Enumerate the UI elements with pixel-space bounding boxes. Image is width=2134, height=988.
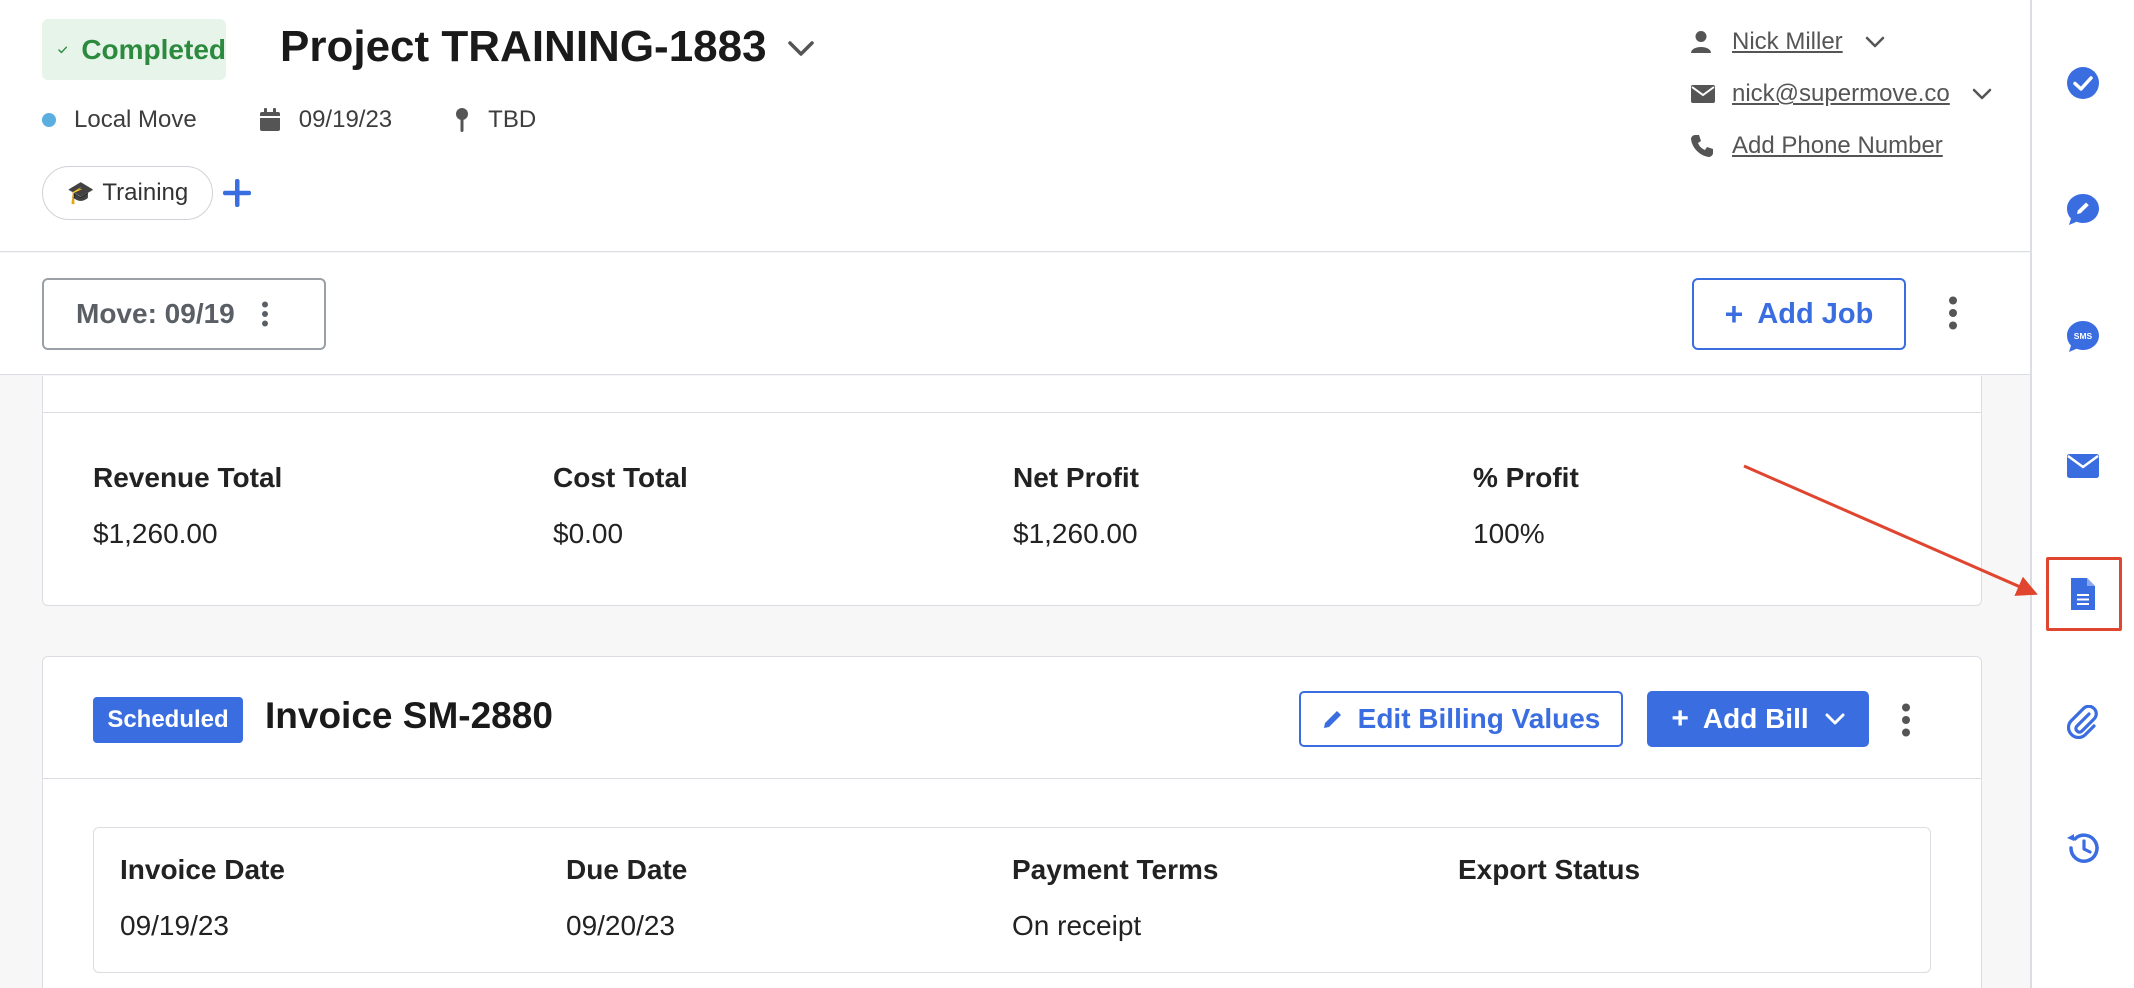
edit-chat-icon[interactable]: [2063, 190, 2103, 230]
status-label: Completed: [81, 33, 226, 65]
checkmark-icon: [58, 46, 68, 53]
mail-icon: [1690, 84, 1732, 104]
export-status-label: Export Status: [1458, 854, 1641, 885]
graduation-cap-icon: 🎓: [67, 180, 95, 205]
due-date-field: Due Date 09/20/23: [566, 854, 687, 942]
project-header: Completed Project TRAINING-1883 Local Mo…: [0, 0, 2030, 252]
chevron-down-icon[interactable]: [1825, 712, 1845, 726]
revenue-value: $1,260.00: [93, 518, 218, 549]
status-pill: Completed: [42, 19, 226, 80]
percent-profit-value: 100%: [1473, 518, 1545, 549]
add-phone-link[interactable]: Add Phone Number: [1732, 132, 1943, 160]
chevron-down-icon[interactable]: [1865, 35, 1885, 49]
plus-icon: +: [1724, 295, 1744, 332]
right-sidebar: SMS: [2030, 0, 2134, 988]
project-type: Local Move: [42, 106, 197, 134]
check-circle-icon[interactable]: [2063, 63, 2103, 103]
plus-icon: [223, 179, 252, 207]
map-pin-icon: [456, 108, 469, 132]
project-type-label: Local Move: [74, 106, 197, 133]
more-options-icon[interactable]: [1901, 703, 1911, 737]
chevron-down-icon[interactable]: [787, 40, 815, 58]
export-status-field: Export Status: [1458, 854, 1640, 910]
edit-billing-label: Edit Billing Values: [1357, 703, 1601, 734]
tag-label: Training: [102, 179, 189, 206]
mail-icon[interactable]: [2063, 446, 2103, 486]
contact-email-link[interactable]: nick@supermove.co: [1732, 80, 1950, 108]
chevron-down-icon[interactable]: [1972, 87, 1992, 101]
phone-icon: [1690, 134, 1732, 158]
history-icon[interactable]: [2063, 828, 2103, 868]
contact-phone-row: Add Phone Number: [1690, 120, 1992, 172]
cost-value: $0.00: [553, 518, 624, 549]
project-date-label: 09/19/23: [298, 106, 393, 133]
project-title[interactable]: Project TRAINING-1883: [280, 22, 815, 72]
net-profit-label: Net Profit: [1013, 462, 1139, 493]
revenue-label: Revenue Total: [93, 462, 283, 493]
invoice-date-label: Invoice Date: [120, 854, 285, 885]
card-divider: [43, 412, 1981, 413]
project-date: 09/19/23: [259, 106, 392, 134]
status-badge: Scheduled: [93, 697, 243, 743]
kebab-menu-icon[interactable]: [261, 301, 269, 327]
due-date-value: 09/20/23: [566, 910, 675, 941]
move-job-label: Move: 09/19: [76, 298, 235, 329]
add-job-label: Add Job: [1757, 297, 1874, 330]
invoice-date-value: 09/19/23: [120, 910, 229, 941]
net-profit: Net Profit $1,260.00: [1013, 462, 1139, 550]
project-type-dot: [42, 113, 56, 127]
cost-total: Cost Total $0.00: [553, 462, 688, 550]
plus-icon: +: [1671, 702, 1689, 735]
paperclip-icon[interactable]: [2063, 702, 2103, 742]
add-job-button[interactable]: + Add Job: [1692, 278, 1906, 350]
contact-name-link[interactable]: Nick Miller: [1732, 28, 1843, 56]
project-location: TBD: [454, 106, 536, 134]
project-title-text: Project TRAINING-1883: [280, 22, 767, 71]
move-job-button[interactable]: Move: 09/19: [42, 278, 326, 350]
add-bill-label: Add Bill: [1702, 703, 1809, 734]
calendar-icon: [259, 108, 280, 131]
due-date-label: Due Date: [566, 854, 688, 885]
sms-glyph: SMS: [2074, 331, 2093, 341]
user-icon: [1690, 30, 1732, 54]
cost-label: Cost Total: [553, 462, 688, 493]
payment-terms-value: On receipt: [1012, 910, 1142, 941]
more-options-icon[interactable]: [1948, 296, 1958, 330]
net-profit-value: $1,260.00: [1013, 518, 1138, 549]
invoice-title: Invoice SM-2880: [265, 695, 553, 736]
percent-profit: % Profit 100%: [1473, 462, 1579, 550]
invoice-details: Invoice Date 09/19/23 Due Date 09/20/23 …: [93, 827, 1931, 973]
tag-row: 🎓 Training: [42, 166, 253, 220]
add-tag-button[interactable]: [221, 177, 253, 209]
annotation-highlight-box: [2046, 557, 2122, 631]
add-bill-button[interactable]: + Add Bill: [1647, 691, 1869, 747]
payment-terms-label: Payment Terms: [1012, 854, 1219, 885]
main-content: Completed Project TRAINING-1883 Local Mo…: [0, 0, 2030, 988]
contact-email-row: nick@supermove.co: [1690, 68, 1992, 120]
invoice-card: Scheduled Invoice SM-2880 Edit Billing V…: [42, 656, 1982, 988]
project-meta: Local Move 09/19/23 TBD: [42, 106, 536, 134]
sms-icon[interactable]: SMS: [2063, 317, 2103, 357]
edit-billing-values-button[interactable]: Edit Billing Values: [1299, 691, 1623, 747]
invoice-header: Scheduled Invoice SM-2880 Edit Billing V…: [43, 657, 1981, 779]
percent-profit-label: % Profit: [1473, 462, 1579, 493]
revenue-total: Revenue Total $1,260.00: [93, 462, 282, 550]
project-location-label: TBD: [488, 106, 537, 133]
tag-training[interactable]: 🎓 Training: [42, 166, 214, 220]
invoice-date-field: Invoice Date 09/19/23: [120, 854, 285, 942]
contact-panel: Nick Miller nick@supermove.co Add Phone …: [1690, 16, 1992, 172]
contact-name-row: Nick Miller: [1690, 16, 1992, 68]
profit-summary-card: Revenue Total $1,260.00 Cost Total $0.00…: [42, 376, 1982, 606]
payment-terms-field: Payment Terms On receipt: [1012, 854, 1218, 942]
pencil-icon: [1323, 711, 1341, 728]
